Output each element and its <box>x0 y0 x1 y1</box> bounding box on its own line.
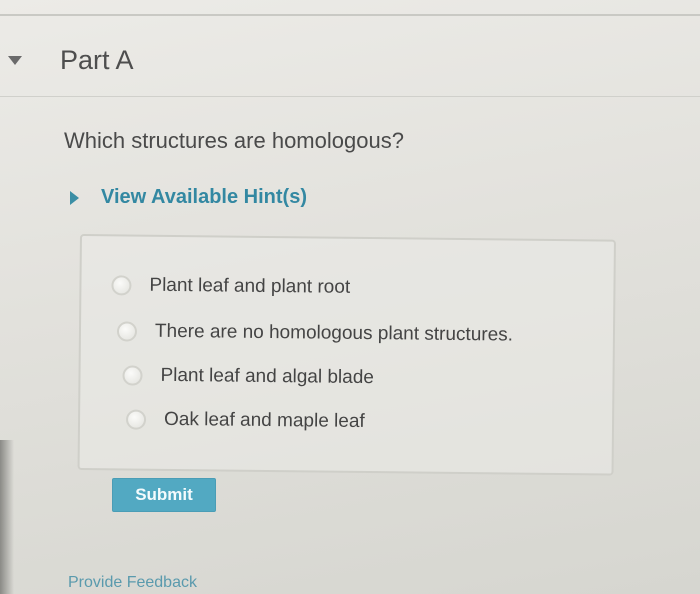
part-header[interactable]: Part A <box>6 40 666 80</box>
part-title: Part A <box>60 44 134 75</box>
header-divider <box>0 96 700 97</box>
option-label[interactable]: Oak leaf and maple leaf <box>164 409 365 433</box>
radio-button-icon[interactable] <box>111 275 132 296</box>
option-label[interactable]: Plant leaf and algal blade <box>160 365 374 389</box>
provide-feedback-link[interactable]: Provide Feedback <box>68 574 197 592</box>
radio-button-icon[interactable] <box>122 365 143 386</box>
view-hints-label[interactable]: View Available Hint(s) <box>101 186 307 209</box>
option-leaf-algal-blade[interactable]: Plant leaf and algal blade <box>122 364 374 389</box>
question-text: Which structures are homologous? <box>64 128 404 153</box>
radio-button-icon[interactable] <box>125 409 147 430</box>
view-hints-toggle[interactable]: View Available Hint(s) <box>70 186 307 209</box>
caret-right-icon <box>70 190 79 205</box>
option-oak-maple-leaf[interactable]: Oak leaf and maple leaf <box>125 408 365 433</box>
collapse-triangle-icon[interactable] <box>8 55 22 65</box>
option-no-homologous[interactable]: There are no homologous plant structures… <box>116 320 513 347</box>
question-panel: Part A Which structures are homologous? … <box>0 0 700 594</box>
answer-options: Plant leaf and plant root There are no h… <box>77 234 616 476</box>
submit-button[interactable]: Submit <box>112 478 216 512</box>
option-plant-leaf-root[interactable]: Plant leaf and plant root <box>111 274 350 298</box>
option-label[interactable]: There are no homologous plant structures… <box>155 321 513 347</box>
radio-button-icon[interactable] <box>116 321 138 342</box>
option-label[interactable]: Plant leaf and plant root <box>149 275 350 299</box>
top-divider <box>0 14 700 16</box>
photo-edge-shadow <box>0 440 14 594</box>
